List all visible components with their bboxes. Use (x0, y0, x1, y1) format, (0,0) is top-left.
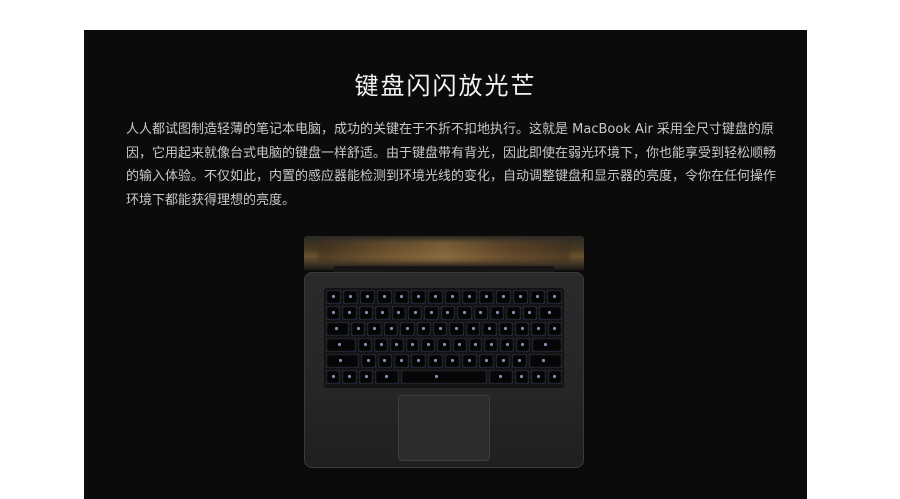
key (326, 370, 341, 384)
key (547, 290, 562, 304)
key (377, 354, 393, 368)
key (444, 354, 460, 368)
key (411, 290, 426, 304)
key (326, 290, 341, 304)
key (539, 306, 563, 320)
section-title: 键盘闪闪放光芒 (354, 72, 537, 100)
key (326, 354, 359, 368)
key (326, 306, 341, 320)
key (424, 306, 439, 320)
key (498, 322, 513, 336)
laptop-body (304, 272, 584, 468)
key (375, 306, 390, 320)
key (377, 290, 392, 304)
key (405, 338, 420, 352)
macbook-image (304, 236, 584, 499)
key (400, 322, 415, 336)
key (529, 354, 562, 368)
key (360, 290, 375, 304)
key (326, 338, 357, 352)
key (457, 306, 472, 320)
key (514, 370, 530, 384)
key (449, 322, 464, 336)
key-row (326, 354, 562, 368)
key (342, 306, 357, 320)
key (416, 322, 431, 336)
key-row (326, 370, 562, 384)
key (375, 370, 399, 384)
screen-glow (318, 240, 570, 262)
key (478, 354, 494, 368)
key (465, 322, 481, 336)
key (400, 370, 488, 384)
key (358, 306, 374, 320)
key (391, 306, 406, 320)
key (411, 354, 427, 368)
key (482, 322, 497, 336)
key (452, 338, 467, 352)
key (428, 290, 443, 304)
key (445, 290, 460, 304)
key (374, 338, 388, 352)
key (531, 370, 546, 384)
section-description: 人人都试图制造轻薄的笔记本电脑，成功的关键在于不折不扣地执行。这就是 MacBo… (126, 122, 777, 208)
key (383, 322, 399, 336)
key (394, 290, 409, 304)
key (432, 322, 448, 336)
key (495, 354, 511, 368)
key (367, 322, 382, 336)
key (547, 370, 562, 384)
screen-edge (304, 236, 584, 270)
key (496, 290, 511, 304)
key (531, 338, 562, 352)
key (489, 306, 505, 320)
key (484, 338, 499, 352)
key (462, 290, 477, 304)
key (512, 354, 528, 368)
key (479, 290, 494, 304)
key (394, 354, 410, 368)
key (547, 322, 563, 336)
key (500, 338, 514, 352)
key (506, 306, 521, 320)
key-row (326, 338, 562, 352)
key (468, 338, 483, 352)
key (513, 290, 528, 304)
key (428, 354, 443, 368)
key (351, 322, 366, 336)
key (461, 354, 477, 368)
key (360, 354, 376, 368)
key (514, 322, 530, 336)
key (343, 290, 358, 304)
key (358, 370, 374, 384)
key (522, 306, 538, 320)
key (389, 338, 404, 352)
key (342, 370, 357, 384)
key (440, 306, 456, 320)
key (407, 306, 423, 320)
key (358, 338, 373, 352)
key (489, 370, 513, 384)
key (421, 338, 436, 352)
key-row (326, 322, 563, 336)
feature-panel: 键盘闪闪放光芒 人人都试图制造轻薄的笔记本电脑，成功的关键在于不折不扣地执行。这… (84, 30, 807, 499)
key-row (326, 290, 562, 304)
key (437, 338, 451, 352)
key (531, 322, 546, 336)
trackpad (398, 395, 490, 461)
key (515, 338, 530, 352)
key (473, 306, 488, 320)
key (326, 322, 350, 336)
key (530, 290, 545, 304)
backlit-keyboard (324, 288, 564, 388)
key-row (326, 306, 563, 320)
